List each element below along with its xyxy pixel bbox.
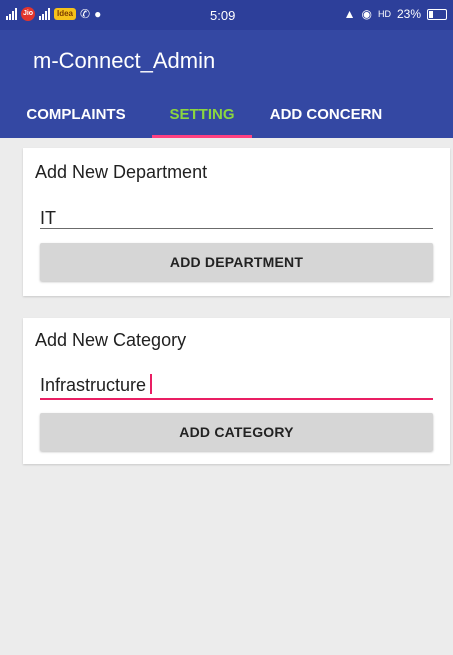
status-time: 5:09 — [210, 8, 236, 23]
idea-icon: Idea — [54, 8, 77, 20]
department-card: Add New Department IT ADD DEPARTMENT — [23, 148, 450, 296]
add-category-button[interactable]: ADD CATEGORY — [40, 413, 433, 451]
tab-bar: COMPLAINTS SETTING ADD CONCERN — [0, 90, 453, 138]
department-input-value: IT — [40, 208, 56, 228]
active-tab-indicator — [152, 135, 252, 138]
category-card: Add New Category Infrastructure ADD CATE… — [23, 318, 450, 464]
eye-icon: ◉ — [361, 7, 372, 21]
department-input-underline — [40, 228, 433, 229]
tab-add-concern[interactable]: ADD CONCERN — [252, 90, 400, 138]
category-input-underline — [40, 398, 433, 400]
app-title: m-Connect_Admin — [33, 48, 216, 73]
status-bar: Jio Idea ✆ ● 5:09 ▲ ◉ HD 23% — [0, 0, 453, 30]
text-cursor — [150, 374, 153, 394]
battery-text: 23% — [396, 7, 421, 21]
category-input-value: Infrastructure — [40, 375, 147, 395]
app-bar: m-Connect_Admin — [0, 30, 453, 90]
tab-complaints[interactable]: COMPLAINTS — [0, 90, 152, 138]
volte-icon: HD — [377, 9, 391, 19]
battery-icon — [427, 8, 447, 20]
department-input[interactable]: IT — [40, 208, 56, 229]
signal-icon-2 — [39, 8, 50, 20]
notification-icon: ● — [94, 7, 102, 21]
category-card-title: Add New Category — [35, 330, 187, 350]
status-right-icons: ▲ ◉ HD 23% — [344, 7, 447, 21]
whatsapp-icon: ✆ — [80, 7, 91, 21]
add-department-button[interactable]: ADD DEPARTMENT — [40, 243, 433, 281]
tab-setting[interactable]: SETTING — [152, 90, 252, 138]
category-input[interactable]: Infrastructure — [40, 374, 153, 396]
jio-icon: Jio — [21, 7, 35, 21]
department-card-title: Add New Department — [35, 162, 208, 182]
signal-icon — [6, 8, 17, 20]
status-left-icons: Jio Idea ✆ ● — [6, 7, 101, 21]
alarm-icon: ▲ — [343, 7, 356, 21]
